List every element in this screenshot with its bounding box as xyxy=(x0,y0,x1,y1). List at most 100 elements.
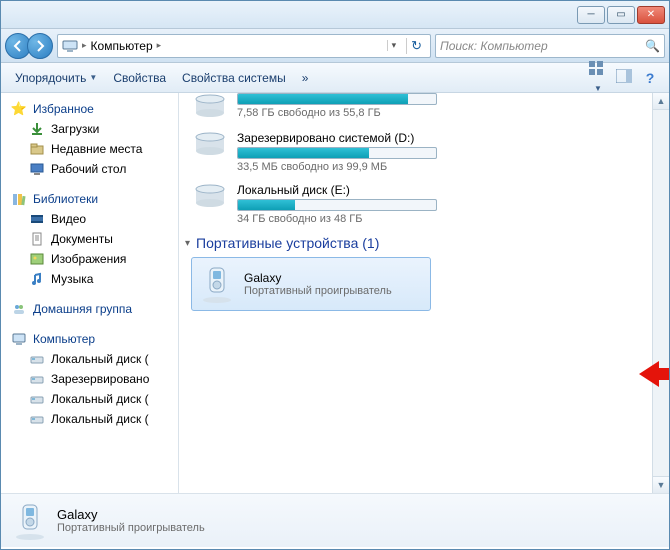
drive-icon xyxy=(29,371,45,387)
drive-icon xyxy=(193,183,227,211)
device-tile-galaxy[interactable]: Galaxy Портативный проигрыватель xyxy=(191,257,431,311)
sidebar-item-label: Недавние места xyxy=(51,142,142,156)
search-icon: 🔍 xyxy=(645,39,660,53)
chevron-down-icon: ▼ xyxy=(89,73,97,82)
sidebar-item-videos[interactable]: Видео xyxy=(1,209,178,229)
sidebar-favorites-label: Избранное xyxy=(33,102,94,116)
sidebar-item-drive[interactable]: Локальный диск ( xyxy=(1,349,178,369)
sidebar-item-downloads[interactable]: Загрузки xyxy=(1,119,178,139)
section-title: Портативные устройства (1) xyxy=(196,235,379,251)
drive-item[interactable]: Зарезервировано системой (D:) 33,5 МБ св… xyxy=(193,131,655,173)
organize-button[interactable]: Упорядочить ▼ xyxy=(9,68,103,88)
preview-pane-button[interactable] xyxy=(613,69,635,86)
sidebar-item-label: Локальный диск ( xyxy=(51,392,149,406)
nav-bar: ▸ Компьютер ▸ ▾ ↻ Поиск: Компьютер 🔍 xyxy=(1,29,669,63)
sidebar-item-documents[interactable]: Документы xyxy=(1,229,178,249)
libraries-icon xyxy=(11,191,27,207)
content-pane: ▲ ▼ 7,58 ГБ свободно из 55,8 ГБ Зарезерв… xyxy=(179,93,669,493)
drive-freespace-label: 7,58 ГБ свободно из 55,8 ГБ xyxy=(237,107,437,119)
desktop-icon xyxy=(29,161,45,177)
forward-button[interactable] xyxy=(27,33,53,59)
portable-device-icon xyxy=(200,264,234,304)
sidebar-item-drive[interactable]: Локальный диск ( xyxy=(1,409,178,429)
navigation-pane: ⭐ Избранное Загрузки Недавние места Раб xyxy=(1,93,179,493)
overflow-button[interactable]: » xyxy=(296,68,315,88)
address-bar[interactable]: ▸ Компьютер ▸ ▾ ↻ xyxy=(57,34,431,58)
video-icon xyxy=(29,211,45,227)
details-pane: Galaxy Портативный проигрыватель xyxy=(1,493,669,547)
overflow-label: » xyxy=(302,71,309,85)
sidebar-homegroup[interactable]: Домашняя группа xyxy=(1,299,178,319)
scroll-up-button[interactable]: ▲ xyxy=(653,93,669,110)
properties-button[interactable]: Свойства xyxy=(107,68,172,88)
download-icon xyxy=(29,121,45,137)
sidebar-item-pictures[interactable]: Изображения xyxy=(1,249,178,269)
sidebar-item-recent[interactable]: Недавние места xyxy=(1,139,178,159)
portable-devices-header[interactable]: ▾ Портативные устройства (1) xyxy=(185,235,655,251)
properties-label: Свойства xyxy=(113,71,166,85)
sidebar-item-desktop[interactable]: Рабочий стол xyxy=(1,159,178,179)
drive-item[interactable]: Локальный диск (E:) 34 ГБ свободно из 48… xyxy=(193,183,655,225)
search-input[interactable]: Поиск: Компьютер 🔍 xyxy=(435,34,665,58)
breadcrumb-root[interactable]: Компьютер xyxy=(91,39,153,53)
nav-arrows xyxy=(5,33,53,59)
system-properties-button[interactable]: Свойства системы xyxy=(176,68,292,88)
minimize-button[interactable]: ─ xyxy=(577,6,605,24)
collapse-icon: ▾ xyxy=(185,238,190,249)
drive-icon xyxy=(29,411,45,427)
command-bar: Упорядочить ▼ Свойства Свойства системы … xyxy=(1,63,669,93)
sidebar-libraries[interactable]: Библиотеки xyxy=(1,189,178,209)
search-placeholder: Поиск: Компьютер xyxy=(440,39,548,53)
address-dropdown[interactable]: ▾ xyxy=(387,40,401,51)
drive-name-label: Локальный диск (E:) xyxy=(237,183,437,197)
sidebar-item-label: Зарезервировано xyxy=(51,372,149,386)
portable-device-icon xyxy=(13,501,47,541)
sidebar-item-drive[interactable]: Локальный диск ( xyxy=(1,389,178,409)
sidebar-computer[interactable]: Компьютер xyxy=(1,329,178,349)
drive-capacity-bar xyxy=(237,147,437,159)
body: ⭐ Избранное Загрузки Недавние места Раб xyxy=(1,93,669,493)
maximize-button[interactable]: ▭ xyxy=(607,6,635,24)
drive-icon xyxy=(29,391,45,407)
sidebar-item-label: Рабочий стол xyxy=(51,162,126,176)
organize-label: Упорядочить xyxy=(15,71,86,85)
close-button[interactable]: ✕ xyxy=(637,6,665,24)
drive-icon xyxy=(193,131,227,159)
breadcrumb[interactable]: Компьютер ▸ xyxy=(91,39,383,53)
device-name-label: Galaxy xyxy=(244,271,392,285)
sidebar-favorites[interactable]: ⭐ Избранное xyxy=(1,99,178,119)
drive-capacity-bar xyxy=(237,93,437,105)
drive-capacity-bar xyxy=(237,199,437,211)
sidebar-computer-label: Компьютер xyxy=(33,332,95,346)
sidebar-item-label: Локальный диск ( xyxy=(51,412,149,426)
drive-name-label: Зарезервировано системой (D:) xyxy=(237,131,437,145)
sidebar-homegroup-label: Домашняя группа xyxy=(33,302,132,316)
refresh-button[interactable]: ↻ xyxy=(406,38,426,54)
titlebar: ─ ▭ ✕ xyxy=(1,1,669,29)
pictures-icon xyxy=(29,251,45,267)
chevron-down-icon: ▼ xyxy=(594,84,602,93)
sidebar-item-label: Документы xyxy=(51,232,113,246)
sidebar-item-drive[interactable]: Зарезервировано xyxy=(1,369,178,389)
sidebar-item-label: Загрузки xyxy=(51,122,99,136)
details-name-label: Galaxy xyxy=(57,507,205,522)
sidebar-item-label: Изображения xyxy=(51,252,126,266)
homegroup-icon xyxy=(11,301,27,317)
drive-icon xyxy=(29,351,45,367)
window-controls: ─ ▭ ✕ xyxy=(577,6,665,24)
annotation-arrow xyxy=(639,359,669,392)
sidebar-item-music[interactable]: Музыка xyxy=(1,269,178,289)
details-type-label: Портативный проигрыватель xyxy=(57,522,205,534)
star-icon: ⭐ xyxy=(11,101,27,117)
view-button[interactable]: ▼ xyxy=(587,61,609,94)
scrollbar[interactable]: ▲ ▼ xyxy=(652,93,669,493)
drive-item[interactable]: 7,58 ГБ свободно из 55,8 ГБ xyxy=(193,93,655,121)
drive-freespace-label: 33,5 МБ свободно из 99,9 МБ xyxy=(237,161,437,173)
drive-icon xyxy=(193,93,227,121)
scroll-down-button[interactable]: ▼ xyxy=(653,476,669,493)
help-button[interactable]: ? xyxy=(639,70,661,86)
recent-icon xyxy=(29,141,45,157)
device-type-label: Портативный проигрыватель xyxy=(244,285,392,297)
chevron-right-icon: ▸ xyxy=(82,40,87,51)
music-icon xyxy=(29,271,45,287)
